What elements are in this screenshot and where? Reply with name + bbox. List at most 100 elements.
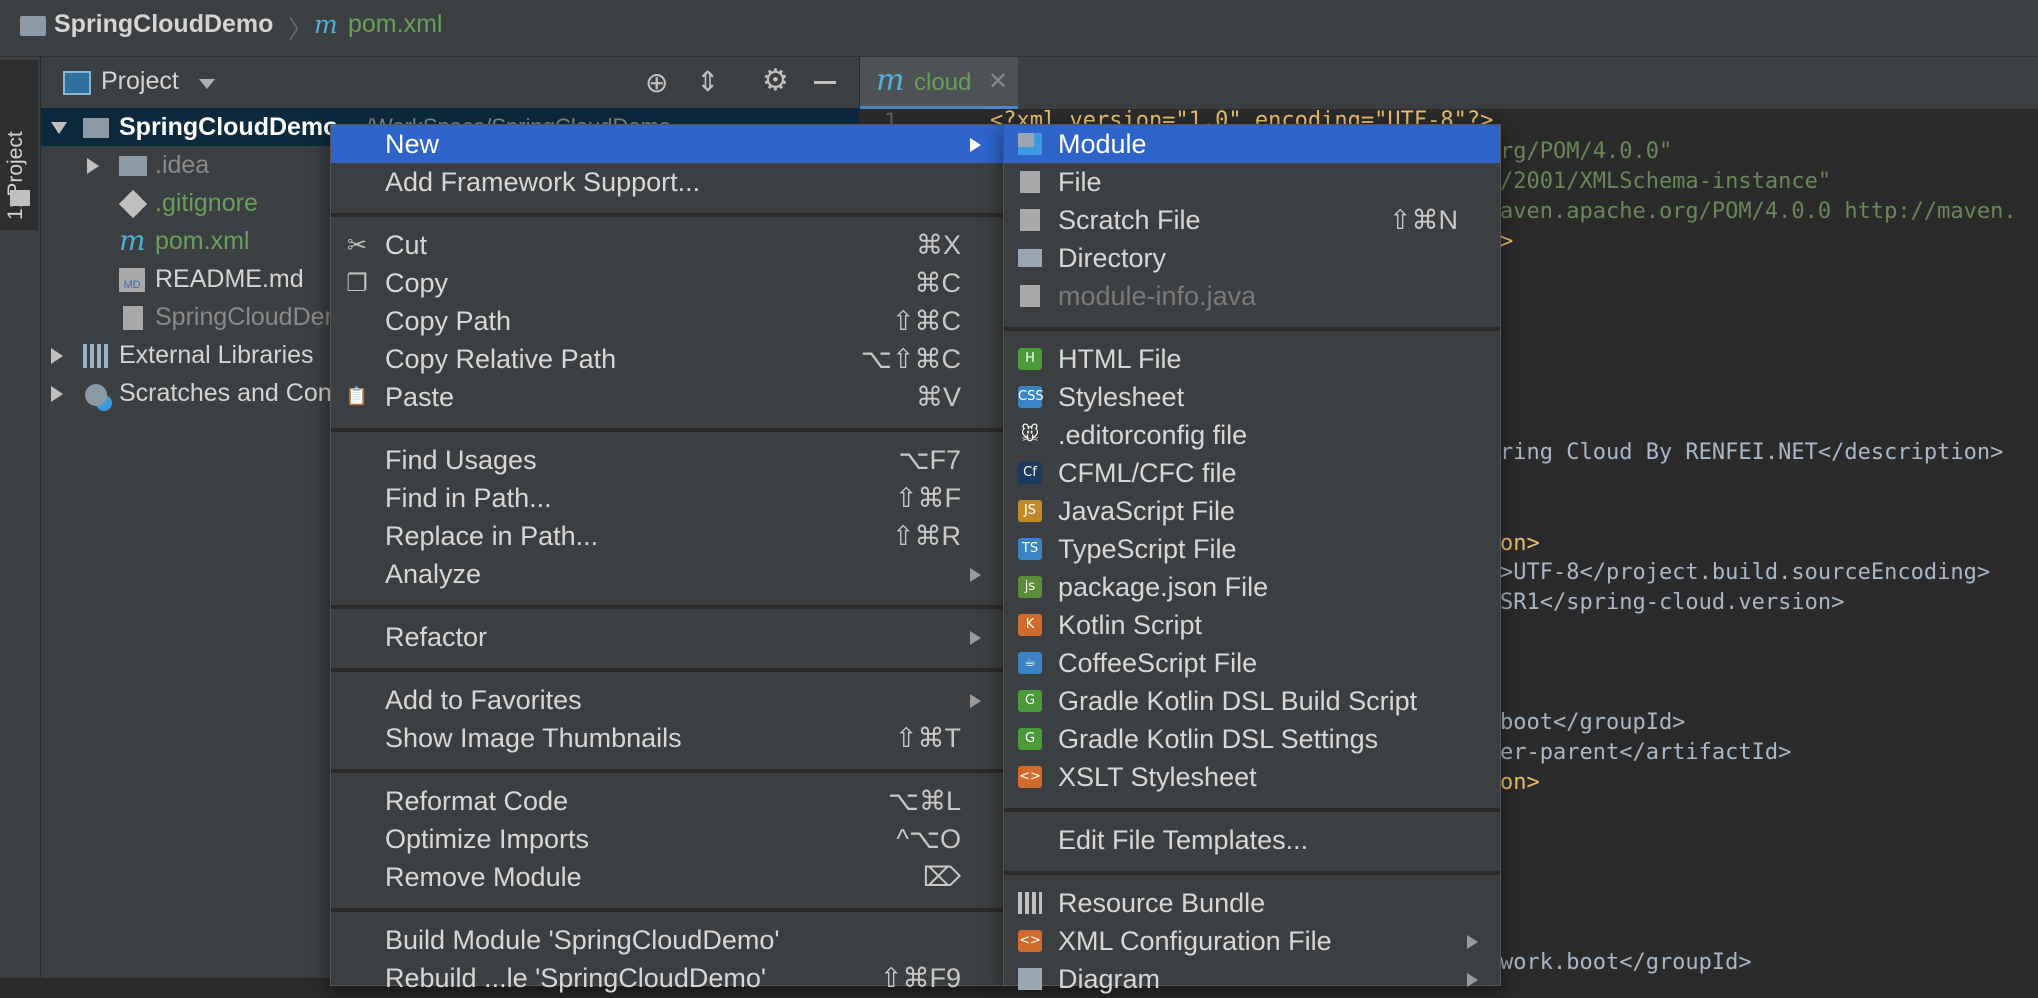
context-menu-item-add-to-favorites[interactable]: Add to Favorites [331,681,1003,719]
context-menu-item-cut[interactable]: ✂ Cut ⌘X [331,226,1003,264]
new-submenu-item-stylesheet[interactable]: CSS Stylesheet [1004,378,1500,416]
tree-label-gitignore: .gitignore [155,189,258,217]
context-menu-item-reformat-code[interactable]: Reformat Code ⌥⌘L [331,782,1003,820]
code-line: ring Cloud By RENFEI.NET</description> [1500,440,2004,465]
new-submenu-item-module[interactable]: Module [1004,125,1500,163]
scratch-file-icon [1020,209,1040,231]
new-submenu-item-editorconfig-file[interactable]: 🐭 .editorconfig file [1004,416,1500,454]
new-submenu-item-cfml-cfc-file[interactable]: Cf CFML/CFC file [1004,454,1500,492]
nodejs-icon: js [1018,576,1042,598]
file-icon [1020,171,1040,193]
context-menu-item-copy-relative-path[interactable]: Copy Relative Path ⌥⇧⌘C [331,340,1003,378]
new-submenu-item-html-file[interactable]: H HTML File [1004,340,1500,378]
gradle-icon: G [1018,728,1042,750]
context-menu-item-show-image-thumbnails[interactable]: Show Image Thumbnails ⇧⌘T [331,719,1003,757]
chevron-down-icon[interactable] [199,79,215,89]
menu-item-label: Optimize Imports [385,824,590,854]
context-menu-item-find-usages[interactable]: Find Usages ⌥F7 [331,441,1003,479]
module-icon [1018,133,1042,155]
new-submenu-item-xml-configuration-file[interactable]: <> XML Configuration File [1004,922,1500,960]
menu-item-label: .editorconfig file [1058,420,1248,450]
context-menu-item-rebuild-le-springclouddemo[interactable]: Rebuild ...le 'SpringCloudDemo' ⇧⌘F9 [331,959,1003,997]
context-menu-item-replace-in-path[interactable]: Replace in Path... ⇧⌘R [331,517,1003,555]
menu-item-label: Kotlin Script [1058,610,1203,640]
context-menu-item-refactor[interactable]: Refactor [331,618,1003,656]
new-submenu-item-coffeescript-file[interactable]: ☕ CoffeeScript File [1004,644,1500,682]
menu-item-label: Add Framework Support... [385,167,701,197]
code-line: on> [1500,531,1540,556]
new-submenu-item-xslt-stylesheet[interactable]: <> XSLT Stylesheet [1004,758,1500,796]
code-line: boot</groupId> [1500,710,1686,735]
context-menu-item-find-in-path[interactable]: Find in Path... ⇧⌘F [331,479,1003,517]
new-submenu-item-gradle-kotlin-dsl-settings[interactable]: G Gradle Kotlin DSL Settings [1004,720,1500,758]
html-file-icon: H [1018,348,1042,370]
editor-tab-bar [860,57,2038,109]
menu-item-label: Rebuild ...le 'SpringCloudDemo' [385,963,767,993]
new-submenu-item-package-json-file[interactable]: js package.json File [1004,568,1500,606]
collapse-all-icon[interactable]: ⇕ [696,67,719,97]
collapsed-arrow-icon [87,158,99,174]
java-file-icon [1020,285,1040,307]
code-line: work.boot</groupId> [1500,950,1752,975]
context-menu-item-remove-module[interactable]: Remove Module ⌦ [331,858,1003,896]
project-view-label[interactable]: Project [101,67,179,96]
menu-separator [331,213,1003,217]
menu-item-label: JavaScript File [1058,496,1236,526]
new-submenu-item-gradle-kotlin-dsl-build-script[interactable]: G Gradle Kotlin DSL Build Script [1004,682,1500,720]
menu-item-label: Show Image Thumbnails [385,723,682,753]
tree-label-root: SpringCloudDemo [119,113,339,141]
editorconfig-icon: 🐭 [1020,424,1040,445]
menu-item-shortcut: ⌥F7 [898,445,961,475]
scratches-icon [85,384,107,406]
editor-tab-cloud[interactable]: m cloud ✕ [860,57,1018,109]
project-tool-tab[interactable]: 1: Project [0,60,38,230]
context-menu-item-new[interactable]: New [331,125,1003,163]
new-submenu-item-edit-file-templates[interactable]: Edit File Templates... [1004,821,1500,859]
menu-item-label: File [1058,167,1102,197]
breadcrumb-project[interactable]: SpringCloudDemo [54,10,273,39]
new-submenu-item-javascript-file[interactable]: JS JavaScript File [1004,492,1500,530]
context-menu-item-optimize-imports[interactable]: Optimize Imports ^⌥O [331,820,1003,858]
locate-icon[interactable]: ⊕ [645,69,668,97]
new-submenu-item-directory[interactable]: Directory [1004,239,1500,277]
menu-item-shortcut: ⌘C [914,268,962,298]
new-submenu-item-typescript-file[interactable]: TS TypeScript File [1004,530,1500,568]
close-icon[interactable]: ✕ [988,67,1008,96]
menu-item-label: Stylesheet [1058,382,1185,412]
gear-icon[interactable]: ⚙ [762,65,789,97]
menu-item-label: Add to Favorites [385,685,582,715]
menu-separator [331,769,1003,773]
menu-item-label: HTML File [1058,344,1182,374]
folder-icon [1018,249,1042,267]
menu-item-label: Module [1058,129,1147,159]
context-menu-item-paste[interactable]: 📋 Paste ⌘V [331,378,1003,416]
context-menu-item-analyze[interactable]: Analyze [331,555,1003,593]
menu-item-shortcut: ⇧⌘C [891,306,961,336]
new-submenu-item-file[interactable]: File [1004,163,1500,201]
context-menu-item-build-module-springclouddemo[interactable]: Build Module 'SpringCloudDemo' [331,921,1003,959]
new-submenu-item-diagram[interactable]: Diagram [1004,960,1500,998]
menu-separator [331,908,1003,912]
navigation-bar: SpringCloudDemo 〉 m pom.xml [0,0,2038,57]
minimize-icon[interactable] [814,81,836,84]
tree-label-external-libraries: External Libraries [119,341,314,369]
context-menu-item-copy[interactable]: ❐ Copy ⌘C [331,264,1003,302]
new-submenu-item-resource-bundle[interactable]: Resource Bundle [1004,884,1500,922]
new-submenu-item-scratch-file[interactable]: Scratch File ⇧⌘N [1004,201,1500,239]
breadcrumb-file[interactable]: pom.xml [348,10,442,39]
code-line: aven.apache.org/POM/4.0.0 http://maven. [1500,199,2017,224]
kotlin-icon: K [1018,614,1042,636]
resource-bundle-icon [1018,892,1042,914]
new-submenu-item-kotlin-script[interactable]: K Kotlin Script [1004,606,1500,644]
menu-item-label: Diagram [1058,964,1161,994]
context-menu-item-add-framework-support[interactable]: Add Framework Support... [331,163,1003,201]
menu-item-label: TypeScript File [1058,534,1237,564]
menu-item-label: Reformat Code [385,786,569,816]
new-submenu: Module File Scratch File ⇧⌘N Directory module… [1003,124,1501,994]
tree-label-idea: .idea [155,151,210,179]
expanded-arrow-icon [51,122,67,134]
menu-item-shortcut: ⇧⌘F9 [879,963,961,993]
context-menu-item-copy-path[interactable]: Copy Path ⇧⌘C [331,302,1003,340]
menu-separator [331,605,1003,609]
maven-icon: m [314,10,338,39]
